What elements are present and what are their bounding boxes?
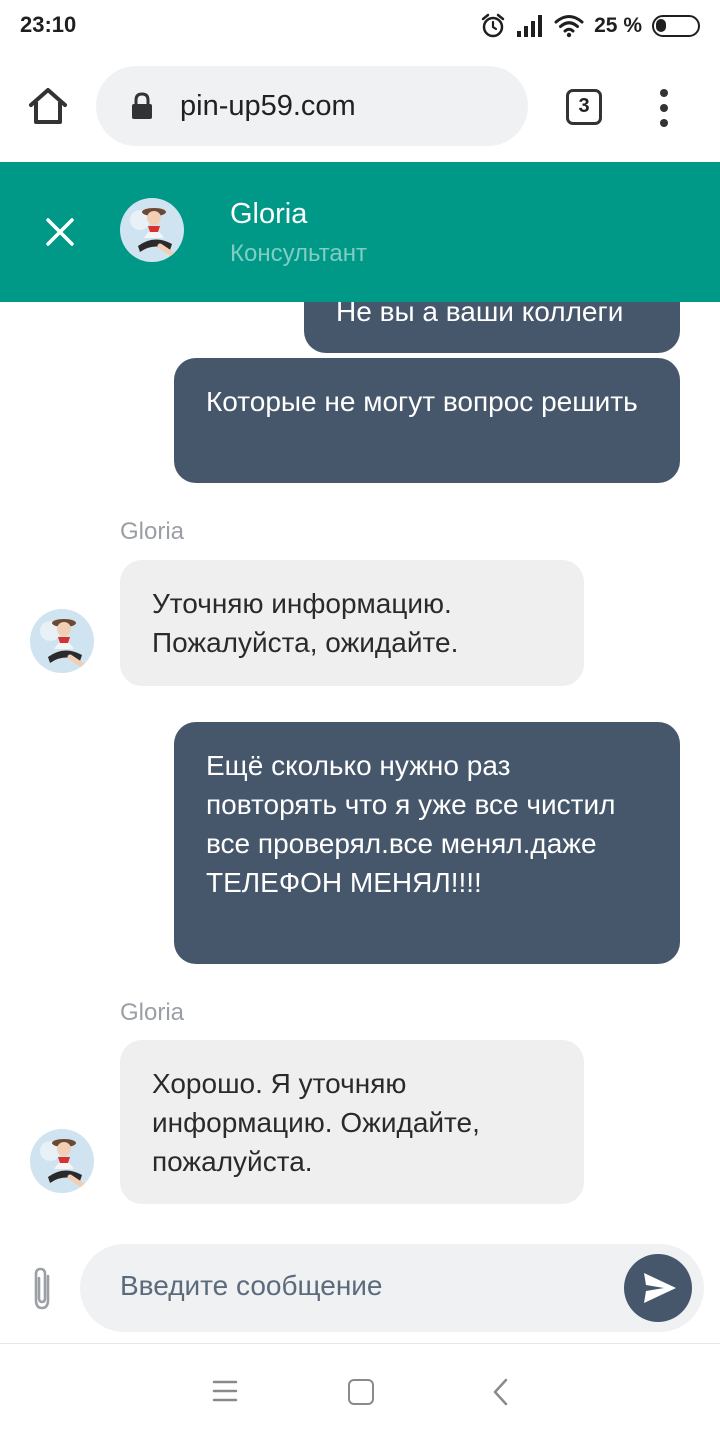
url-text: pin-up59.com: [180, 90, 356, 122]
avatar: [30, 609, 94, 673]
status-time: 23:10: [20, 12, 77, 37]
send-button[interactable]: [624, 1254, 692, 1322]
alarm-icon: [481, 13, 505, 38]
system-nav-bar: [0, 1345, 720, 1440]
back-icon[interactable]: [490, 1377, 510, 1407]
lock-icon: [132, 92, 152, 119]
message-text: Ещё сколько нужно раз повторять что я уж…: [206, 750, 616, 898]
signal-icon: [517, 15, 543, 37]
message-input-placeholder: Введите сообщение: [120, 1270, 383, 1301]
address-bar[interactable]: pin-up59.com: [96, 66, 528, 146]
recent-apps-icon[interactable]: [212, 1379, 238, 1403]
message-sender: Gloria: [120, 999, 185, 1026]
battery-percent: 25 %: [594, 14, 642, 37]
tabs-button[interactable]: 3: [566, 89, 602, 125]
wifi-icon: [554, 15, 584, 38]
message-text: Которые не могут вопрос решить: [206, 386, 638, 417]
send-icon: [644, 1273, 676, 1303]
agent-role: Консультант: [230, 240, 368, 267]
battery-icon: [652, 15, 700, 37]
message-incoming: Хорошо. Я уточняю информацию. Ожидайте, …: [120, 1040, 584, 1204]
message-text: Хорошо. Я уточняю информацию. Ожидайте, …: [152, 1068, 480, 1177]
avatar: [120, 198, 184, 262]
message-composer: Введите сообщение: [0, 1232, 720, 1344]
message-outgoing: Которые не могут вопрос решить: [174, 358, 680, 483]
message-incoming: Уточняю информацию. Пожалуйста, ожидайте…: [120, 560, 584, 686]
message-outgoing: Не вы а ваши коллеги: [304, 302, 680, 353]
close-icon[interactable]: [40, 212, 80, 252]
browser-toolbar: pin-up59.com 3: [0, 52, 720, 162]
avatar: [30, 1129, 94, 1193]
more-vert-icon[interactable]: [654, 86, 674, 130]
chat-messages[interactable]: Не вы а ваши коллеги Которые не могут во…: [0, 302, 720, 1232]
status-bar: 23:10 25 %: [0, 0, 720, 52]
chat-header: Gloria Консультант: [0, 162, 720, 302]
status-icons: 25 %: [480, 10, 700, 42]
message-input[interactable]: Введите сообщение: [80, 1244, 704, 1332]
message-text: Уточняю информацию. Пожалуйста, ожидайте…: [152, 588, 459, 658]
message-text: Не вы а ваши коллеги: [336, 302, 624, 327]
home-icon[interactable]: [26, 84, 70, 128]
message-outgoing: Ещё сколько нужно раз повторять что я уж…: [174, 722, 680, 964]
battery-fill: [656, 19, 666, 32]
agent-name: Gloria: [230, 198, 308, 230]
nav-home-icon[interactable]: [348, 1379, 374, 1405]
paperclip-icon[interactable]: [26, 1266, 58, 1312]
message-sender: Gloria: [120, 518, 185, 545]
